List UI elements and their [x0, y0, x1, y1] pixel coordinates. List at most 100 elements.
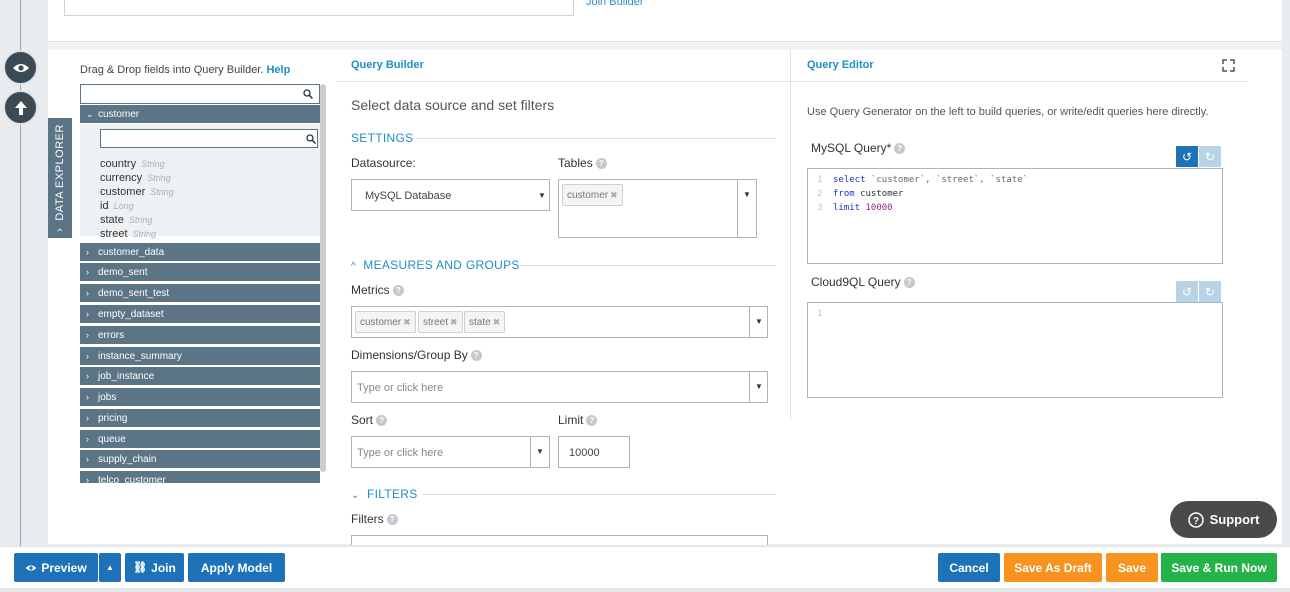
undo-icon: ↺ [1181, 284, 1193, 299]
help-icon[interactable]: ? [386, 514, 398, 526]
datasource-select[interactable]: MySQL Database ▼ [351, 179, 550, 211]
main-top-strip [48, 42, 1282, 50]
remove-icon[interactable]: ✖ [450, 317, 458, 327]
save-and-run-button[interactable]: Save & Run Now [1161, 553, 1277, 582]
data-explorer-tab[interactable]: › DATA EXPLORER [48, 118, 72, 238]
chevron-right-icon: › [86, 309, 89, 319]
apply-model-button[interactable]: Apply Model [188, 553, 285, 582]
field-search-input[interactable] [100, 129, 318, 148]
limit-input[interactable]: 10000 [558, 436, 630, 468]
tree-node[interactable]: › customer_data [80, 243, 320, 261]
tree-node[interactable]: › queue [80, 430, 320, 448]
caret-down-icon: ▼ [536, 447, 544, 456]
tree-node[interactable]: › job_instance [80, 367, 320, 385]
metric-chip[interactable]: state ✖ [464, 311, 506, 333]
redo-button[interactable]: ↻ [1199, 146, 1221, 167]
cancel-button[interactable]: Cancel [938, 553, 1000, 582]
table-chip[interactable]: customer ✖ [562, 184, 623, 206]
chevron-right-icon: › [86, 475, 89, 483]
filters-select[interactable] [351, 535, 768, 545]
tree-node[interactable]: › pricing [80, 409, 320, 427]
join-button[interactable]: ⛓ Join [125, 553, 184, 582]
undo-button[interactable]: ↺ [1176, 146, 1198, 167]
help-icon[interactable]: ? [894, 143, 906, 155]
filters-label: Filters? [351, 512, 398, 526]
undo-icon: ↺ [1181, 149, 1193, 164]
chevron-right-icon: › [86, 267, 89, 277]
help-icon[interactable]: ? [586, 415, 598, 427]
question-circle-icon: ? [1187, 511, 1204, 528]
remove-icon[interactable]: ✖ [610, 190, 618, 200]
help-icon[interactable]: ? [392, 285, 404, 297]
tree-node[interactable]: › empty_dataset [80, 305, 320, 323]
support-button[interactable]: ? Support [1170, 501, 1277, 538]
redo-icon: ↻ [1204, 284, 1216, 299]
scroll-up-button[interactable] [3, 90, 38, 125]
tree-node-customer[interactable]: ⌄ customer [80, 105, 320, 123]
remove-icon[interactable]: ✖ [493, 317, 501, 327]
tree-node[interactable]: › telco_customer [80, 471, 320, 483]
redo-icon: ↻ [1204, 149, 1216, 164]
chevron-right-icon: › [86, 247, 89, 257]
search-icon [303, 89, 313, 99]
remove-icon[interactable]: ✖ [403, 317, 411, 327]
table-tree: ⌄ customer country String currency String c… [80, 105, 326, 483]
help-icon[interactable]: ? [376, 415, 388, 427]
help-icon[interactable]: ? [470, 350, 482, 362]
top-input[interactable] [64, 0, 574, 16]
tree-node[interactable]: › instance_summary [80, 347, 320, 365]
field-street[interactable]: street String [100, 228, 156, 240]
join-label: Join [151, 560, 176, 575]
customer-fields: country String currency String customer Str… [80, 124, 320, 240]
datasource-label: Datasource: [351, 156, 416, 170]
measures-section-title[interactable]: ^ MEASURES AND GROUPS [351, 258, 520, 272]
top-panel: Join Builder [48, 0, 1282, 42]
tree-node[interactable]: › jobs [80, 388, 320, 406]
query-builder-header: Query Builder [351, 59, 424, 71]
divider [530, 437, 531, 467]
tree-node[interactable]: › supply_chain [80, 450, 320, 468]
code-line: select `customer`, `street`, `state` [833, 175, 1029, 185]
expand-icon[interactable] [1222, 59, 1235, 72]
help-link[interactable]: Help [266, 64, 290, 76]
query-editor-header: Query Editor [807, 59, 874, 71]
metric-chip[interactable]: street ✖ [418, 311, 463, 333]
field-state[interactable]: state String [100, 214, 152, 226]
join-builder-link[interactable]: Join Builder [586, 0, 643, 8]
metrics-select[interactable]: customer ✖ street ✖ state ✖ ▼ [351, 306, 768, 338]
divider [737, 180, 738, 237]
redo-button[interactable]: ↻ [1199, 281, 1221, 302]
cloud9ql-query-editor[interactable]: 1 [807, 302, 1223, 398]
help-icon[interactable]: ? [903, 277, 915, 289]
filters-section-title[interactable]: ⌄ FILTERS [351, 487, 418, 501]
help-icon[interactable]: ? [595, 158, 607, 170]
caret-down-icon: ▼ [755, 382, 763, 391]
preview-options-button[interactable]: ▲ [99, 553, 121, 582]
chevron-right-icon: › [86, 454, 89, 464]
save-as-draft-button[interactable]: Save As Draft [1004, 553, 1102, 582]
undo-button[interactable]: ↺ [1176, 281, 1198, 302]
line-number: 1 [817, 309, 823, 319]
save-button[interactable]: Save [1106, 553, 1158, 582]
tables-select[interactable]: customer ✖ ▼ [558, 179, 757, 238]
metric-chip[interactable]: customer ✖ [355, 311, 416, 333]
chevron-right-icon: › [86, 351, 89, 361]
metrics-label: Metrics? [351, 283, 404, 297]
preview-toggle-button[interactable] [3, 50, 38, 85]
table-search-input[interactable] [80, 84, 320, 104]
cloud9ql-query-label: Cloud9QL Query? [811, 275, 915, 289]
tree-node[interactable]: › errors [80, 326, 320, 344]
mysql-query-label: MySQL Query*? [811, 141, 906, 155]
field-country[interactable]: country String [100, 158, 165, 170]
field-currency[interactable]: currency String [100, 172, 171, 184]
tree-node[interactable]: › demo_sent [80, 263, 320, 281]
tree-node[interactable]: › demo_sent_test [80, 284, 320, 302]
field-id[interactable]: id Long [100, 200, 134, 212]
mysql-query-editor[interactable]: 1 2 3 select `customer`, `street`, `stat… [807, 168, 1223, 264]
field-customer[interactable]: customer String [100, 186, 174, 198]
divider [416, 138, 776, 139]
dimensions-select[interactable]: Type or click here ▼ [351, 371, 768, 403]
sort-select[interactable]: Type or click here ▼ [351, 436, 550, 468]
chevron-down-icon: ⌄ [351, 490, 360, 501]
preview-button[interactable]: Preview [14, 553, 98, 582]
